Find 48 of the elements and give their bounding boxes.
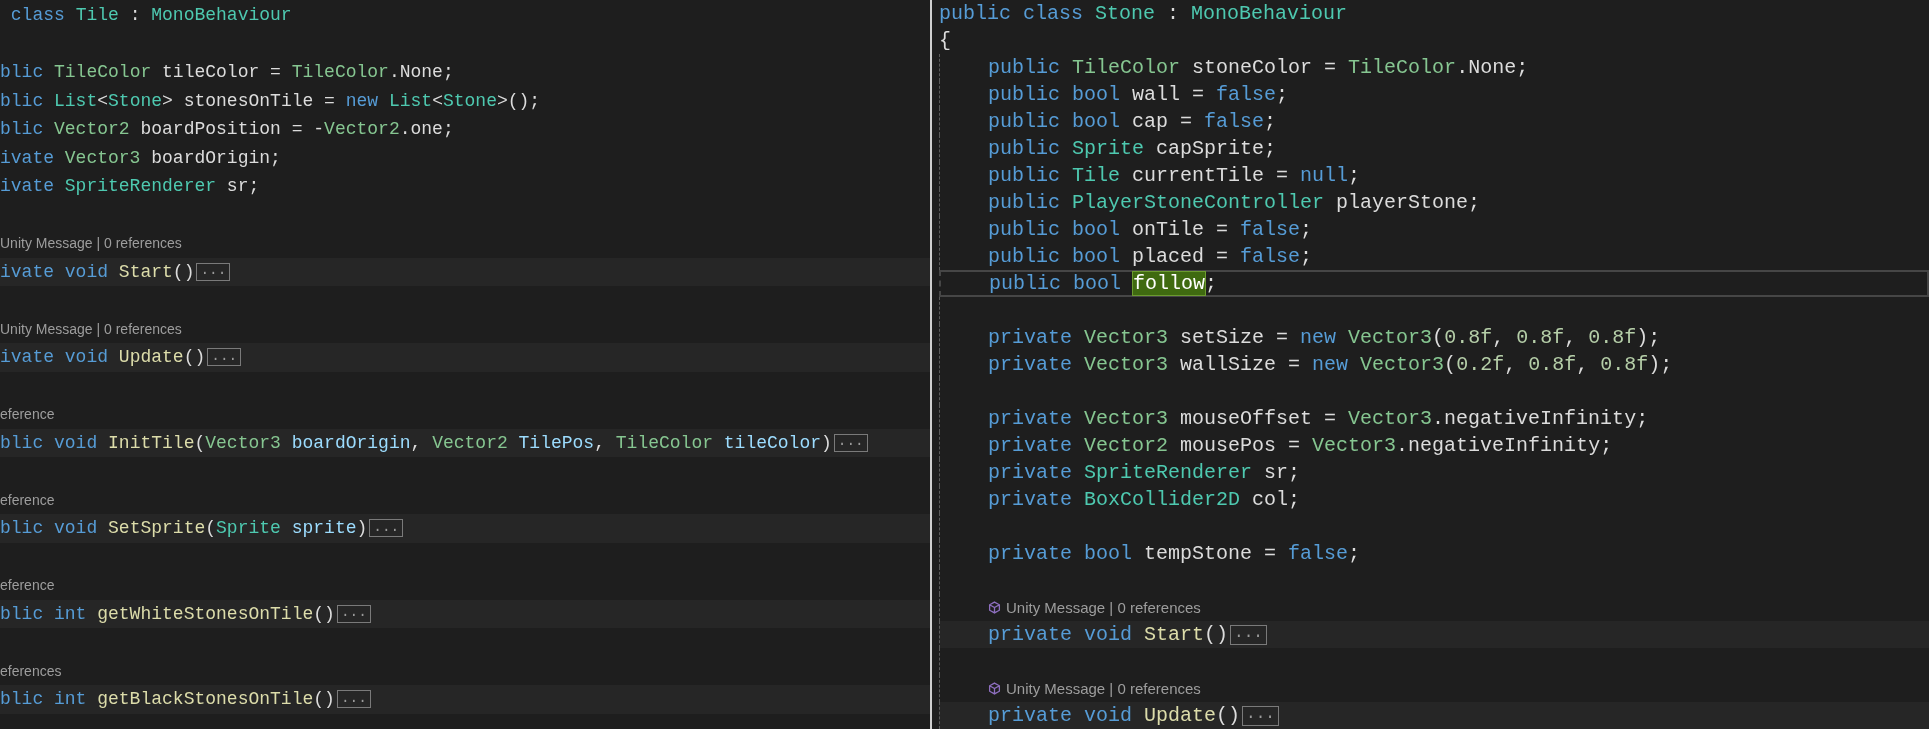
code-text: public class Stone : MonoBehaviour — [939, 2, 1348, 25]
code-text: private Vector3 wallSize = new Vector3(0.2f, 0.8f, 0.8f); — [987, 353, 1673, 376]
code-text: { — [939, 29, 951, 52]
code-text: public Sprite capSprite; — [987, 137, 1277, 160]
code-text: public bool cap = false; — [987, 110, 1277, 133]
collapsed-code-button[interactable]: ... — [196, 262, 231, 281]
code-text: private Vector3 setSize = new Vector3(0.8f, 0.8f, 0.8f); — [987, 326, 1661, 349]
code-text: class Tile : MonoBehaviour — [9, 5, 292, 26]
collapsed-code-button[interactable]: ... — [336, 604, 371, 623]
code-text: private void Start() — [987, 623, 1229, 646]
code-text: public bool wall = false; — [987, 83, 1289, 106]
collapsed-code-button[interactable]: ... — [369, 519, 404, 538]
codelens-text[interactable]: eferences — [0, 662, 62, 679]
code-text: blic int getWhiteStonesOnTile() — [0, 603, 335, 624]
code-text: private void Update() — [987, 704, 1241, 727]
codelens-text[interactable]: Unity Message | 0 references — [0, 235, 182, 252]
code-text: blic List<Stone> stonesOnTile = new List<Stone>(); — [0, 90, 541, 111]
code-text: ivate Vector3 boardOrigin; — [0, 147, 281, 168]
collapsed-code-button[interactable]: ... — [1242, 705, 1279, 726]
codelens-text[interactable]: Unity Message | 0 references — [0, 320, 182, 337]
code-text: public PlayerStoneController playerStone; — [987, 191, 1481, 214]
code-text: ivate void Update() — [0, 347, 206, 368]
code-text: blic void InitTile(Vector3 boardOrigin, Vector2 TilePos, TileColor tileColor) — [0, 432, 832, 453]
codelens-text[interactable]: eference — [0, 406, 55, 423]
collapsed-code-button[interactable]: ... — [207, 348, 242, 367]
collapsed-code-button[interactable]: ... — [1230, 624, 1267, 645]
collapsed-code-button[interactable]: ... — [336, 690, 371, 709]
code-text: blic TileColor tileColor = TileColor.None; — [0, 62, 454, 83]
code-text: ivate SpriteRenderer sr; — [0, 176, 260, 197]
codelens-text[interactable]: eference — [0, 577, 55, 594]
code-text: public bool placed = false; — [987, 245, 1313, 268]
code-text: public bool onTile = false; — [987, 218, 1313, 241]
code-text: private BoxCollider2D col; — [987, 488, 1301, 511]
code-text: public bool follow; — [988, 272, 1218, 295]
code-text: blic Vector2 boardPosition = -Vector2.one; — [0, 119, 454, 140]
code-text: private Vector3 mouseOffset = Vector3.negativeInfinity; — [987, 407, 1649, 430]
codelens-text[interactable]: eference — [0, 491, 55, 508]
codelens-text[interactable]: Unity Message | 0 references — [1006, 680, 1201, 697]
code-text: public Tile currentTile = null; — [987, 164, 1361, 187]
codelens-text[interactable]: Unity Message | 0 references — [1006, 599, 1201, 616]
code-text: blic int getBlackStonesOnTile() — [0, 689, 335, 710]
code-text: private bool tempStone = false; — [987, 542, 1361, 565]
code-text: ivate void Start() — [0, 261, 195, 282]
code-text: private Vector2 mousePos = Vector3.negativeInfinity; — [987, 434, 1613, 457]
code-text: blic void SetSprite(Sprite sprite) — [0, 518, 368, 539]
code-text: public TileColor stoneColor = TileColor.None; — [987, 56, 1529, 79]
code-text: private SpriteRenderer sr; — [987, 461, 1301, 484]
collapsed-code-button[interactable]: ... — [833, 433, 868, 452]
